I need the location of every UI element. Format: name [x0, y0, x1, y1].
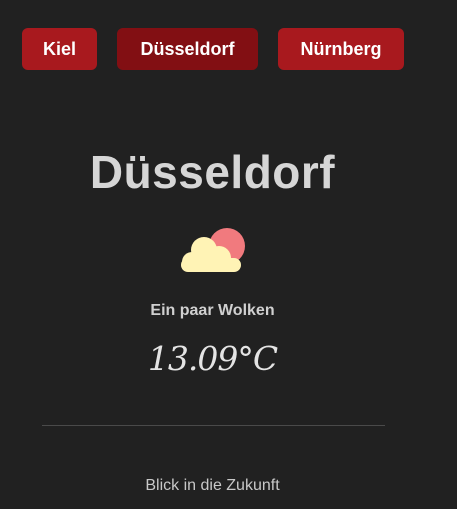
city-button-nuernberg[interactable]: Nürnberg — [278, 28, 404, 70]
forecast-link[interactable]: Blick in die Zukunft — [0, 475, 425, 497]
divider — [42, 425, 385, 426]
cloud-sun-icon — [178, 226, 250, 276]
weather-description: Ein paar Wolken — [150, 302, 275, 319]
city-button-kiel[interactable]: Kiel — [22, 28, 97, 70]
temperature-value: 13.09°C — [147, 339, 278, 378]
city-button-duesseldorf[interactable]: Düsseldorf — [117, 28, 258, 70]
city-title: Düsseldorf — [89, 146, 336, 198]
